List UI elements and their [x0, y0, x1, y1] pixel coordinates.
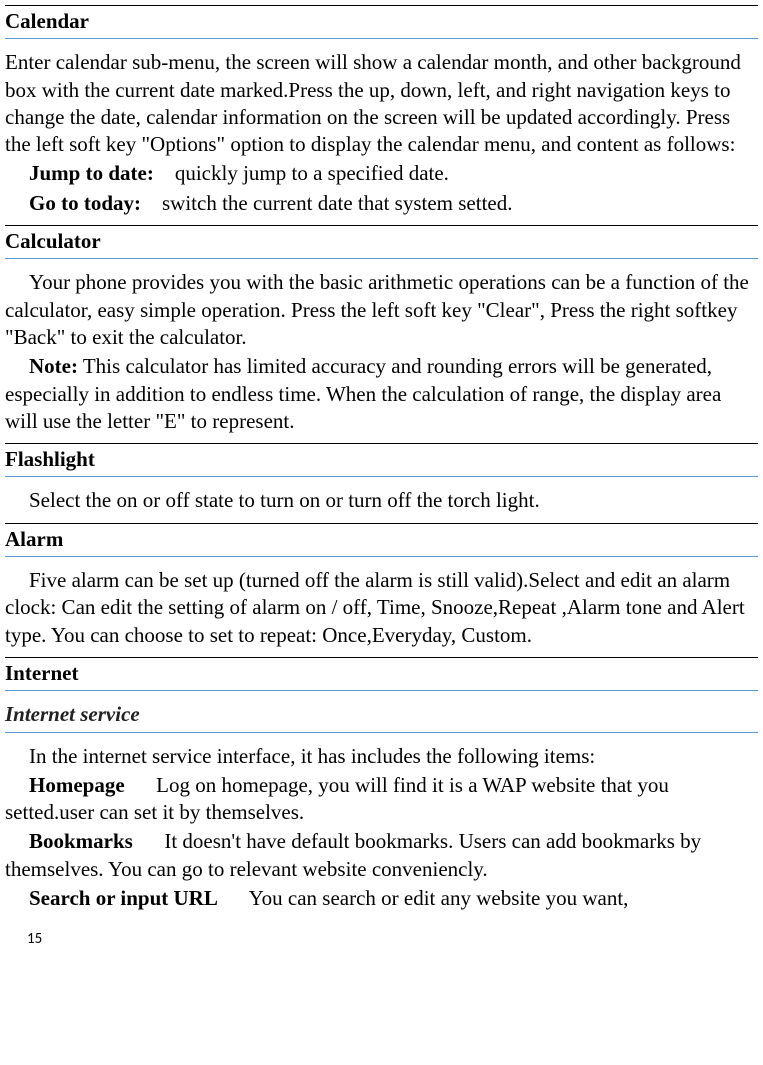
heading-calculator: Calculator	[5, 225, 758, 259]
search-url-label: Search or input URL	[29, 886, 218, 910]
heading-internet: Internet	[5, 657, 758, 691]
homepage-label: Homepage	[29, 773, 125, 797]
alarm-body-text: Five alarm can be set up (turned off the…	[5, 568, 745, 647]
calculator-body: Your phone provides you with the basic a…	[5, 269, 758, 351]
heading-calendar: Calendar	[5, 5, 758, 39]
jump-to-date-label: Jump to date:	[29, 161, 154, 185]
internet-bookmarks: Bookmarks It doesn't have default bookma…	[5, 828, 758, 883]
heading-alarm: Alarm	[5, 523, 758, 557]
go-to-today-text: switch the current date that system sett…	[141, 191, 512, 215]
calculator-note: Note: This calculator has limited accura…	[5, 353, 758, 435]
bookmarks-label: Bookmarks	[29, 829, 133, 853]
go-to-today-label: Go to today:	[29, 191, 141, 215]
note-label: Note:	[29, 354, 78, 378]
internet-body-text: In the internet service interface, it ha…	[29, 744, 595, 768]
search-url-text: You can search or edit any website you w…	[218, 886, 629, 910]
calculator-body-text: Your phone provides you with the basic a…	[5, 269, 758, 351]
flashlight-body: Select the on or off state to turn on or…	[5, 487, 758, 514]
calendar-goto: Go to today: switch the current date tha…	[5, 190, 758, 217]
flashlight-body-text: Select the on or off state to turn on or…	[29, 488, 540, 512]
page-number: 15	[27, 930, 758, 950]
subheading-internet-service: Internet service	[5, 701, 758, 732]
internet-body: In the internet service interface, it ha…	[5, 743, 758, 770]
internet-search: Search or input URL You can search or ed…	[5, 885, 758, 912]
heading-flashlight: Flashlight	[5, 443, 758, 477]
calendar-body: Enter calendar sub-menu, the screen will…	[5, 49, 758, 158]
internet-homepage: Homepage Log on homepage, you will find …	[5, 772, 758, 827]
calendar-body-text: Enter calendar sub-menu, the screen will…	[5, 50, 741, 156]
calendar-jump: Jump to date: quickly jump to a specifie…	[5, 160, 758, 187]
alarm-body: Five alarm can be set up (turned off the…	[5, 567, 758, 649]
note-text: This calculator has limited accuracy and…	[5, 354, 721, 433]
jump-to-date-text: quickly jump to a specified date.	[154, 161, 449, 185]
